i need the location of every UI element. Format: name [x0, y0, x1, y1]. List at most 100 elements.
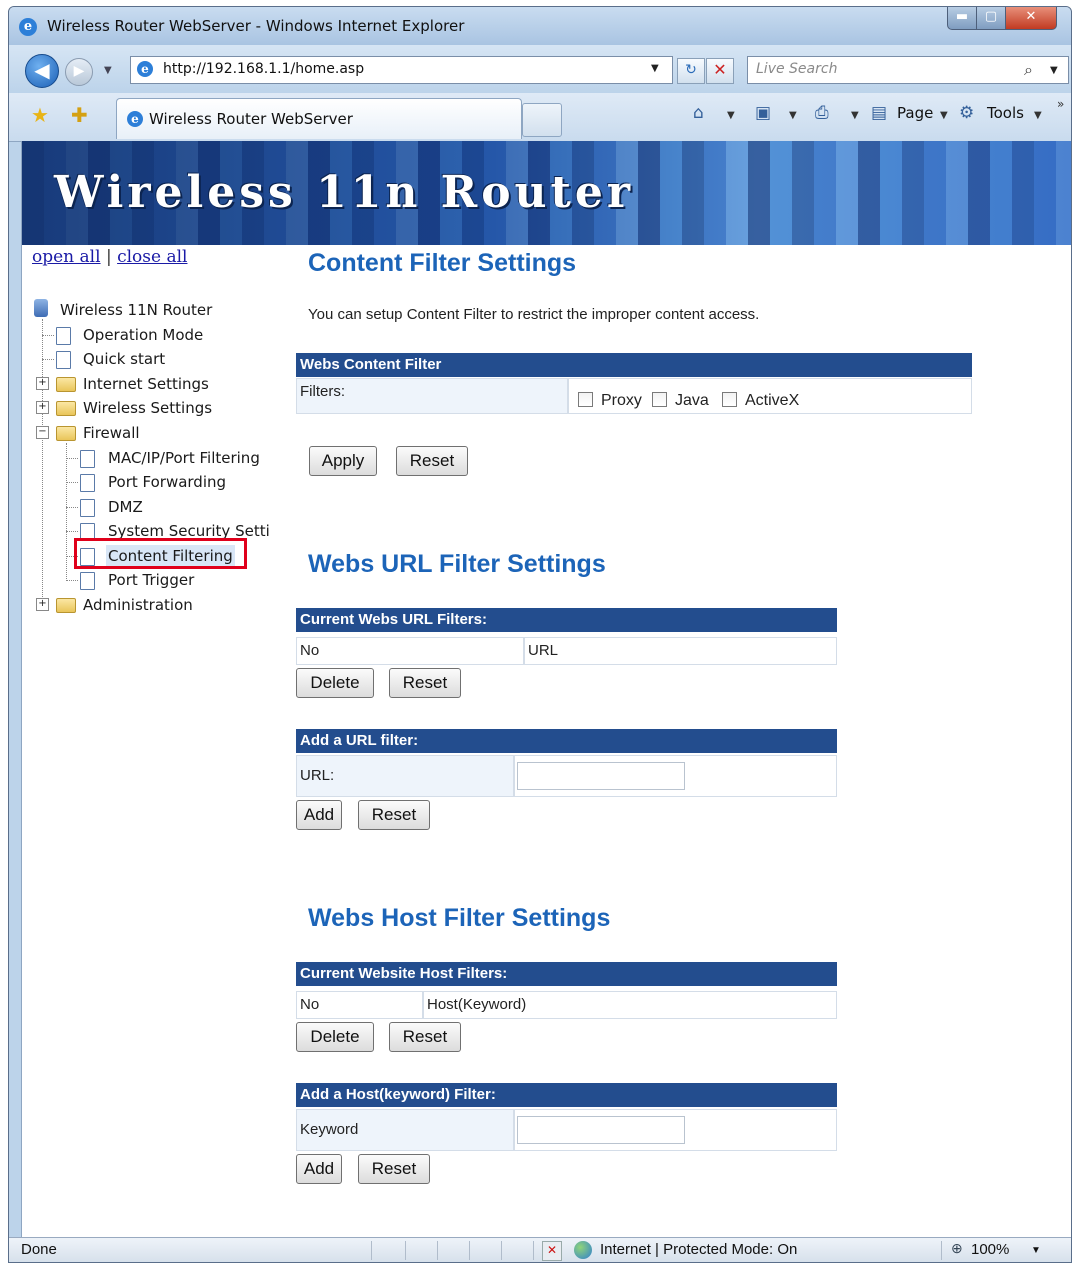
- url-add-reset-button[interactable]: Reset: [358, 800, 430, 830]
- security-zone-text[interactable]: Internet | Protected Mode: On: [600, 1241, 797, 1258]
- sidebar-item-operation-mode[interactable]: Operation Mode: [83, 324, 203, 346]
- tools-gear-icon[interactable]: ⚙: [959, 103, 974, 123]
- popup-blocked-icon[interactable]: ✕: [542, 1241, 562, 1261]
- tab-favicon-icon: e: [127, 111, 143, 127]
- collapse-icon[interactable]: −: [36, 426, 49, 439]
- minimize-button[interactable]: ▬: [947, 7, 977, 30]
- page-dropdown-icon[interactable]: ▼: [940, 110, 948, 121]
- host-list-reset-button[interactable]: Reset: [389, 1022, 461, 1052]
- zoom-dropdown-icon[interactable]: ▼: [1031, 1245, 1041, 1256]
- host-add-reset-button[interactable]: Reset: [358, 1154, 430, 1184]
- sidebar-item-dmz[interactable]: DMZ: [108, 496, 143, 518]
- url-delete-button[interactable]: Delete: [296, 668, 374, 698]
- content-filter-reset-button[interactable]: Reset: [396, 446, 468, 476]
- filters-label: Filters:: [300, 383, 345, 400]
- address-field[interactable]: e http://192.168.1.1/home.asp ▼: [130, 56, 673, 84]
- checkbox-icon[interactable]: [722, 392, 737, 407]
- maximize-button[interactable]: ▢: [976, 7, 1006, 30]
- page-icon: [80, 474, 95, 492]
- favorites-star-icon[interactable]: ★: [31, 103, 49, 127]
- expand-icon[interactable]: +: [36, 401, 49, 414]
- status-bar: Done ✕ Internet | Protected Mode: On ⊕ 1…: [9, 1237, 1071, 1262]
- tree-root[interactable]: Wireless 11N Router: [60, 299, 212, 321]
- activex-checkbox[interactable]: ActiveX: [722, 392, 799, 410]
- host-delete-button[interactable]: Delete: [296, 1022, 374, 1052]
- url-list-reset-button[interactable]: Reset: [389, 668, 461, 698]
- host-col-no: No: [296, 991, 423, 1019]
- url-col-url: URL: [524, 637, 837, 665]
- history-dropdown-icon[interactable]: ▼: [104, 65, 112, 76]
- tools-menu[interactable]: Tools: [987, 104, 1024, 122]
- search-field[interactable]: Live Search ⌕ ▼: [747, 56, 1069, 84]
- page-menu[interactable]: Page: [897, 104, 933, 122]
- url-filter-title: Webs URL Filter Settings: [308, 550, 606, 578]
- page-content: Wireless 11n Router open all | close all…: [21, 141, 1071, 1237]
- close-button[interactable]: ✕: [1005, 7, 1057, 30]
- refresh-button[interactable]: ↻: [677, 58, 705, 84]
- page-icon: [56, 327, 71, 345]
- expand-icon[interactable]: +: [36, 598, 49, 611]
- back-button[interactable]: ◀: [25, 54, 59, 88]
- keyword-input[interactable]: [517, 1116, 685, 1144]
- keyword-label: Keyword: [300, 1121, 359, 1138]
- zoom-level[interactable]: 100%: [971, 1241, 1009, 1258]
- page-icon: [56, 351, 71, 369]
- search-options-dropdown-icon[interactable]: ▼: [1050, 65, 1058, 76]
- proxy-checkbox[interactable]: Proxy: [578, 392, 642, 410]
- print-icon[interactable]: ⎙: [815, 103, 829, 123]
- print-dropdown-icon[interactable]: ▼: [851, 110, 859, 121]
- sidebar-item-wireless-settings[interactable]: Wireless Settings: [83, 397, 212, 419]
- url-label-cell: URL:: [296, 755, 514, 797]
- add-host-filter-header: Add a Host(keyword) Filter:: [296, 1083, 837, 1107]
- home-dropdown-icon[interactable]: ▼: [727, 110, 735, 121]
- page-favicon-icon: e: [137, 61, 153, 77]
- url-col-no: No: [296, 637, 524, 665]
- stop-button[interactable]: ✕: [706, 58, 734, 84]
- tab-wireless-router[interactable]: e Wireless Router WebServer: [116, 98, 522, 139]
- new-tab-button[interactable]: [522, 103, 562, 137]
- proxy-label: Proxy: [601, 392, 642, 409]
- router-icon: [34, 299, 48, 317]
- more-commands-chevron-icon[interactable]: »: [1057, 97, 1064, 111]
- folder-icon: [56, 401, 76, 416]
- page-icon: [80, 572, 95, 590]
- address-url[interactable]: http://192.168.1.1/home.asp: [163, 61, 364, 77]
- sidebar-item-quick-start[interactable]: Quick start: [83, 348, 165, 370]
- home-icon[interactable]: ⌂: [693, 103, 704, 123]
- apply-button[interactable]: Apply: [309, 446, 377, 476]
- zoom-icon[interactable]: ⊕: [951, 1240, 963, 1257]
- feeds-dropdown-icon[interactable]: ▼: [789, 110, 797, 121]
- add-favorites-icon[interactable]: ✚: [71, 103, 88, 127]
- webs-content-filter-header: Webs Content Filter: [296, 353, 972, 377]
- forward-button[interactable]: ▶: [65, 58, 93, 86]
- search-icon[interactable]: ⌕: [1024, 60, 1033, 80]
- checkbox-icon[interactable]: [652, 392, 667, 407]
- url-input[interactable]: [517, 762, 685, 790]
- open-folder-icon: [56, 426, 76, 441]
- checkbox-icon[interactable]: [578, 392, 593, 407]
- page-icon[interactable]: ▤: [871, 103, 887, 123]
- sidebar-item-mac-ip-port-filtering[interactable]: MAC/IP/Port Filtering: [108, 447, 260, 469]
- sidebar-item-administration[interactable]: Administration: [83, 594, 193, 616]
- keyword-label-cell: Keyword: [296, 1109, 514, 1151]
- activex-label: ActiveX: [745, 392, 800, 409]
- host-filter-title: Webs Host Filter Settings: [308, 904, 611, 932]
- url-add-button[interactable]: Add: [296, 800, 342, 830]
- sidebar-tree: Wireless 11N Router Operation Mode Quick…: [22, 141, 292, 641]
- tools-dropdown-icon[interactable]: ▼: [1034, 110, 1042, 121]
- content-filter-title: Content Filter Settings: [308, 249, 577, 277]
- selection-highlight-box: [74, 538, 247, 569]
- ie-logo-icon: e: [19, 18, 37, 36]
- address-dropdown-icon[interactable]: ▼: [651, 63, 659, 74]
- sidebar-item-port-forwarding[interactable]: Port Forwarding: [108, 471, 226, 493]
- sidebar-item-internet-settings[interactable]: Internet Settings: [83, 373, 209, 395]
- java-checkbox[interactable]: Java: [652, 392, 709, 410]
- host-add-button[interactable]: Add: [296, 1154, 342, 1184]
- search-placeholder[interactable]: Live Search: [756, 61, 837, 77]
- feeds-icon[interactable]: ▣: [755, 103, 771, 123]
- sidebar-item-firewall[interactable]: Firewall: [83, 422, 140, 444]
- page-icon: [80, 450, 95, 468]
- sidebar-item-port-trigger[interactable]: Port Trigger: [108, 569, 194, 591]
- expand-icon[interactable]: +: [36, 377, 49, 390]
- host-col-keyword: Host(Keyword): [423, 991, 837, 1019]
